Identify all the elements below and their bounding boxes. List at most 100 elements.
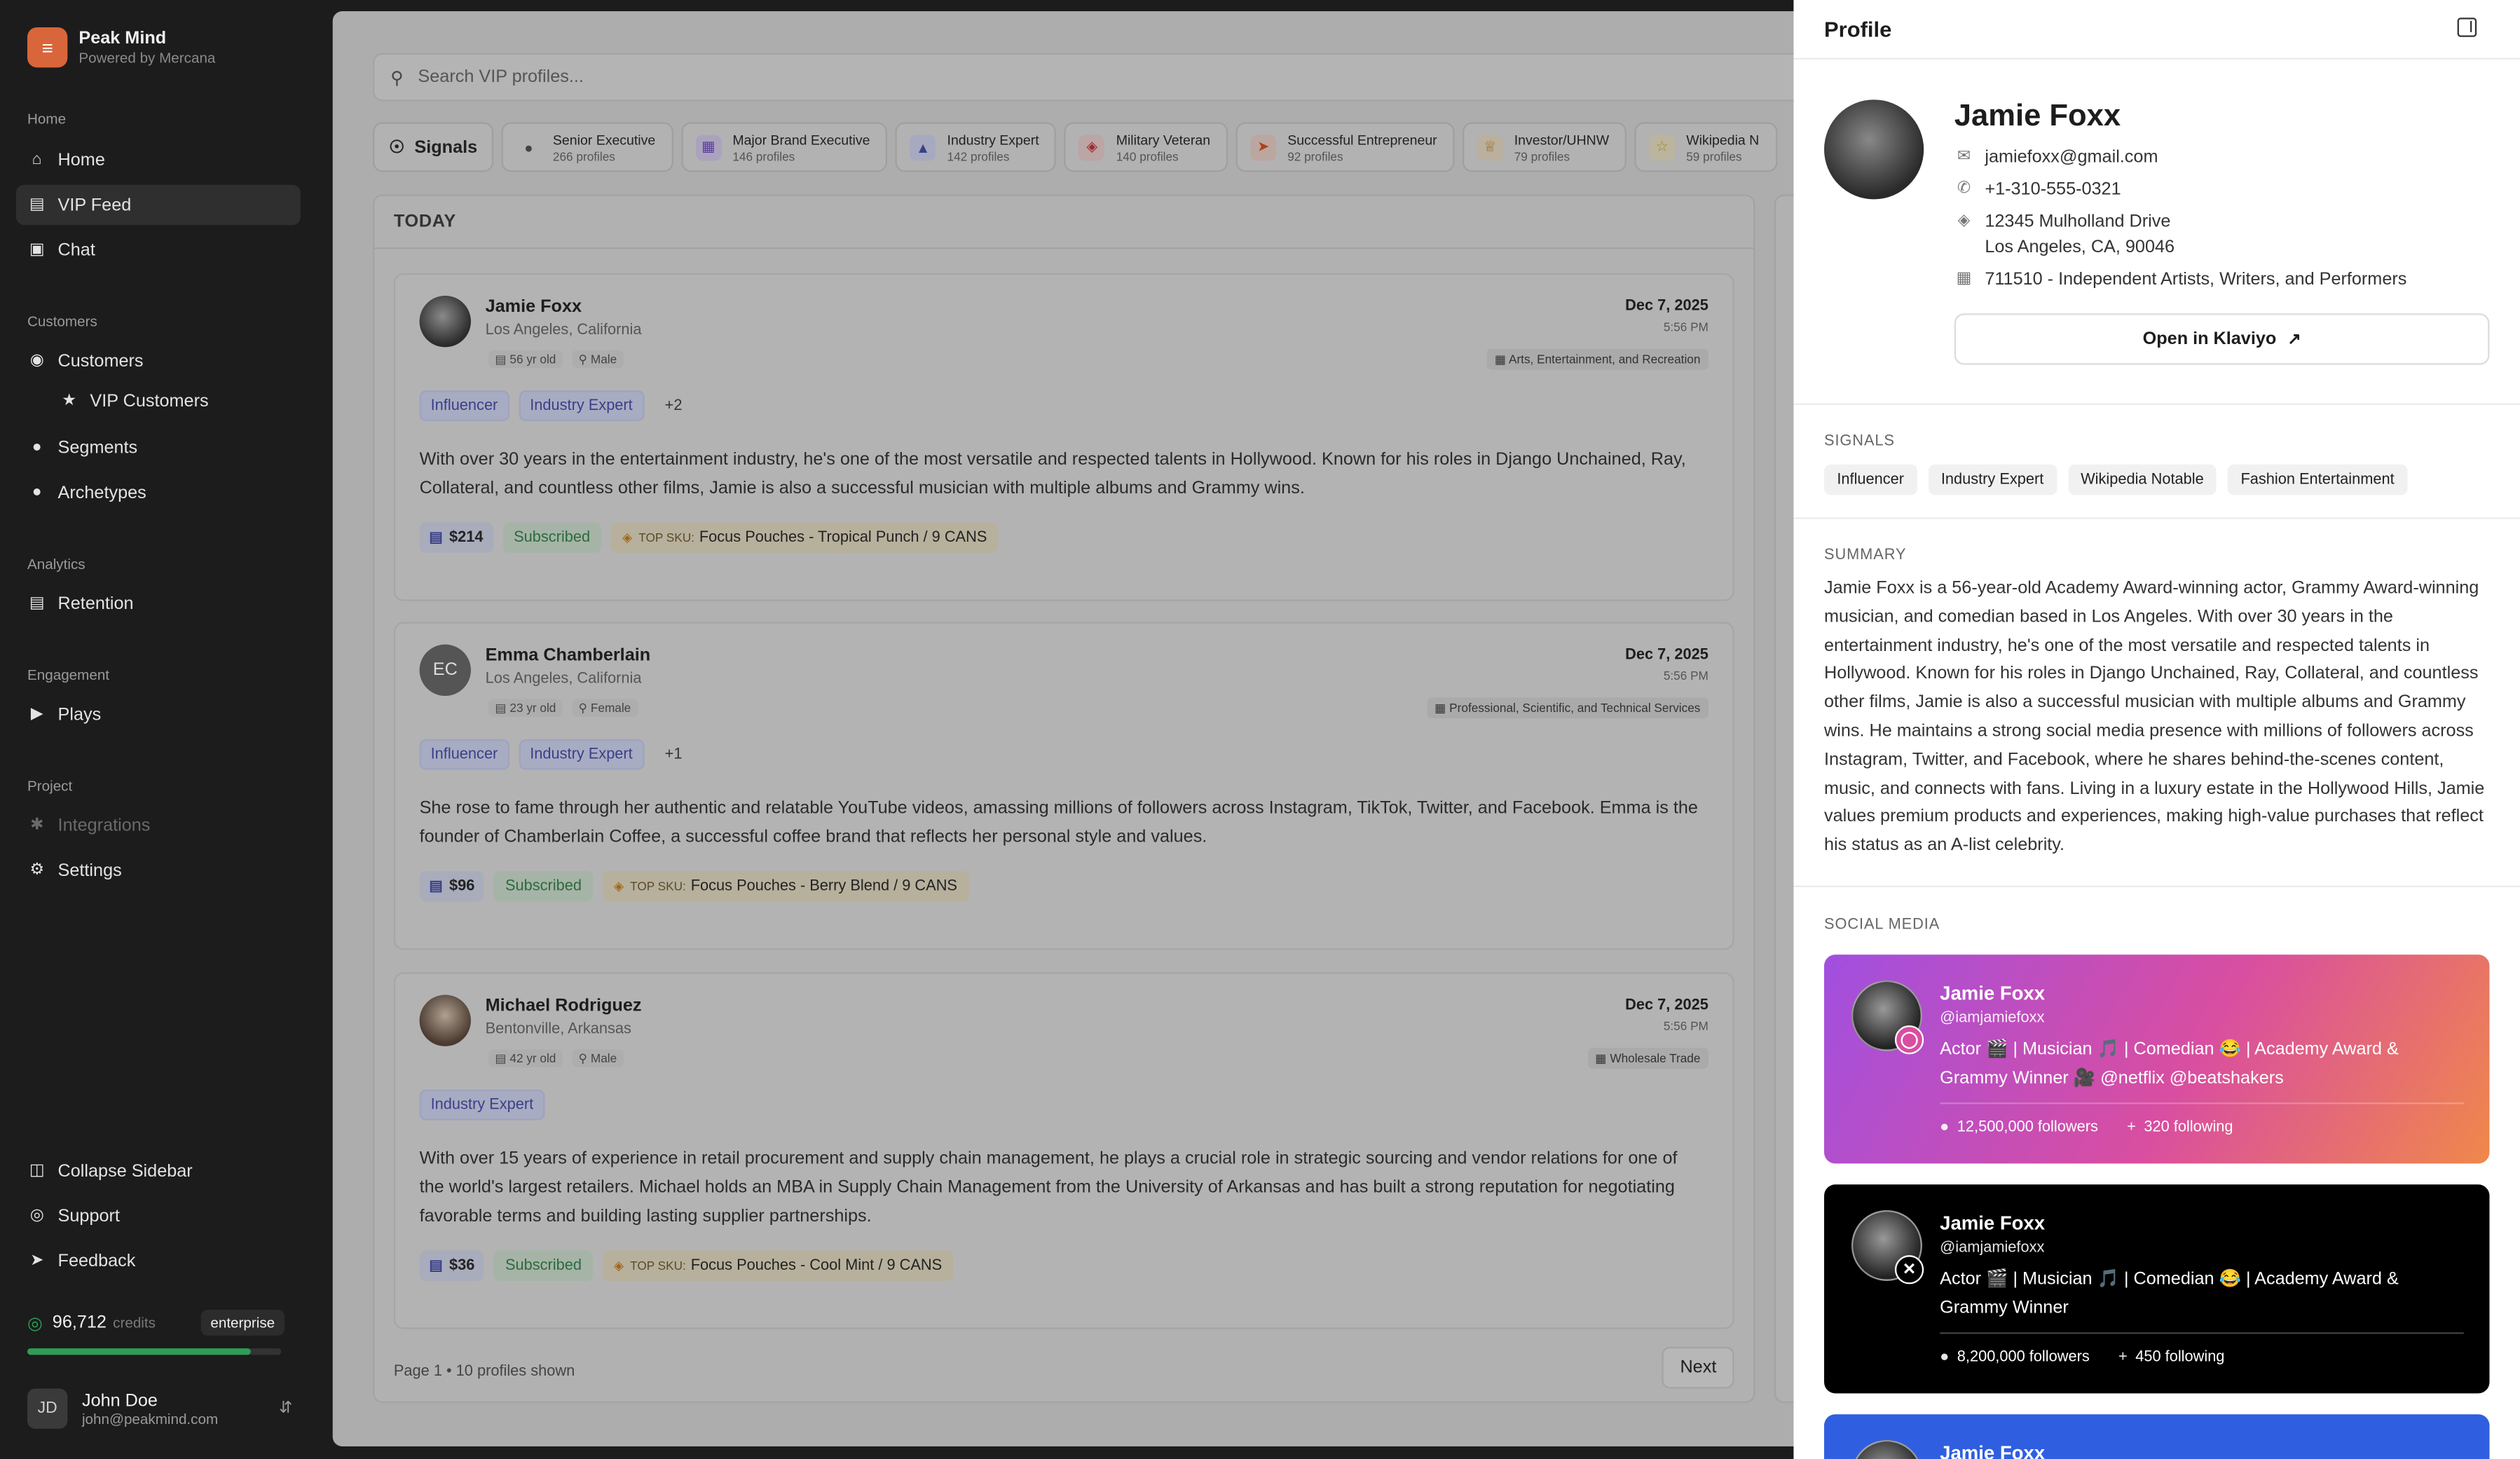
user-circle-icon: ◉ (29, 352, 44, 370)
sidebar-item-label: Plays (57, 704, 102, 725)
nav-section-customers: Customers (27, 313, 97, 330)
chip-military-veteran[interactable]: ◈ Military Veteran 140 profiles (1064, 122, 1228, 172)
feed-icon: ▤ (29, 196, 45, 214)
more-tags[interactable]: +2 (654, 390, 694, 421)
sidebar-item-segments[interactable]: ● Segments (16, 427, 301, 467)
signal-tag[interactable]: Influencer (419, 739, 509, 770)
feed-heading: TODAY (374, 196, 1754, 249)
signal-tag[interactable]: Industry Expert (419, 1089, 545, 1121)
spend-badge: ▤ $36 (419, 1250, 485, 1281)
signal-tag[interactable]: Industry Expert (1928, 464, 2057, 495)
klaviyo-label: Open in Klaviyo (2142, 329, 2277, 349)
sidebar-item-vip-feed[interactable]: ▤ VIP Feed (15, 184, 301, 226)
sidebar-item-customers[interactable]: ◉ Customers (16, 341, 301, 381)
followers-stat: ● 12,500,000 followers (1940, 1118, 2098, 1136)
signals-label: Signals (414, 137, 478, 157)
nav-section-engagement: Engagement (27, 666, 110, 683)
profile-card[interactable]: Jamie Foxx Los Angeles, California ▤ 56 … (393, 273, 1734, 601)
user-menu[interactable]: JD John Doe john@peakmind.com ⇵ (27, 1388, 293, 1429)
more-tags[interactable]: +1 (654, 739, 694, 770)
chip-successful-entrepreneur[interactable]: ➤ Successful Entrepreneur 92 profiles (1235, 122, 1455, 172)
profile-card[interactable]: EC Emma Chamberlain Los Angeles, Califor… (393, 622, 1734, 950)
sidebar-item-settings[interactable]: ⚙ Settings (16, 850, 301, 890)
close-panel-icon[interactable] (2457, 18, 2477, 37)
star-icon: ☆ (1649, 134, 1676, 160)
gender-text: Female (590, 700, 631, 715)
search-placeholder: Search VIP profiles... (418, 67, 584, 87)
card-description: With over 30 years in the entertainment … (419, 450, 1686, 498)
sidebar-item-retention[interactable]: ▤ Retention (16, 584, 301, 624)
panel-title: Profile (1824, 17, 1892, 41)
signal-tag[interactable]: Influencer (1824, 464, 1917, 495)
card-time: 5:56 PM (1663, 320, 1708, 335)
external-link-icon: ↗ (2287, 330, 2301, 348)
address-row: ◈ 12345 Mulholland Drive Los Angeles, CA, … (1954, 209, 2175, 260)
following-count: 320 following (2144, 1118, 2233, 1137)
sidebar-item-home[interactable]: ⌂ Home (16, 140, 301, 180)
nav-section-home: Home (27, 111, 67, 128)
sidebar-item-feedback[interactable]: ➤ Feedback (16, 1241, 301, 1281)
sidebar-item-label: Home (57, 150, 105, 170)
chip-major-brand-executive[interactable]: ▦ Major Brand Executive 146 profiles (680, 122, 888, 172)
sidebar-item-support[interactable]: ◎ Support (16, 1196, 301, 1235)
wallet-icon: ▤ (429, 1256, 443, 1273)
phone-row[interactable]: ✆ +1-310-555-0321 (1954, 177, 2121, 203)
signals-filter-button[interactable]: ☉ Signals (373, 122, 494, 172)
followers-count: 12,500,000 followers (1957, 1118, 2098, 1137)
facebook-card[interactable]: Jamie Foxx (1824, 1414, 2490, 1459)
plan-badge: enterprise (200, 1310, 285, 1336)
card-description: With over 15 years of experience in reta… (419, 1149, 1678, 1226)
collapse-sidebar-button[interactable]: ◫ Collapse Sidebar (16, 1151, 301, 1191)
signal-tag[interactable]: Fashion Entertainment (2228, 464, 2408, 495)
package-icon: ◈ (1957, 212, 1971, 230)
sidebar-item-label: Retention (57, 594, 134, 613)
chart-icon: ▤ (29, 594, 45, 612)
chevron-updown-icon: ⇵ (279, 1399, 293, 1418)
signals-icon: ☉ (389, 138, 405, 158)
divider (1940, 1102, 2464, 1104)
brand[interactable]: ≡ Peak Mind Powered by Mercana (27, 27, 215, 68)
email-row[interactable]: ✉ jamiefoxx@gmail.com (1954, 144, 2158, 170)
sidebar-item-vip-customers[interactable]: ★ VIP Customers (48, 381, 301, 421)
open-in-klaviyo-button[interactable]: Open in Klaviyo ↗ (1954, 313, 2490, 365)
sidebar-item-plays[interactable]: ▶ Plays (16, 694, 301, 734)
profile-card[interactable]: Michael Rodriguez Bentonville, Arkansas … (393, 972, 1734, 1329)
industry-row: ▦ 711510 - Independent Artists, Writers, … (1954, 267, 2407, 293)
sidebar-item-chat[interactable]: ▣ Chat (16, 230, 301, 270)
spend-value: $36 (449, 1256, 475, 1275)
chip-industry-expert[interactable]: ▲ Industry Expert 142 profiles (896, 122, 1057, 172)
chip-title: Successful Entrepreneur (1287, 130, 1437, 147)
nav-section-analytics: Analytics (27, 556, 85, 573)
brand-name: Peak Mind (78, 29, 167, 48)
signal-tag[interactable]: Industry Expert (519, 739, 644, 770)
send-icon: ➤ (30, 1252, 44, 1270)
spend-value: $214 (449, 528, 484, 547)
signals-heading: SIGNALS (1824, 432, 1895, 451)
card-date: Dec 7, 2025 (1625, 996, 1708, 1015)
chip-senior-executive[interactable]: ● Senior Executive 266 profiles (501, 122, 673, 172)
sidebar-item-integrations[interactable]: ✱ Integrations (16, 805, 301, 845)
avatar: EC (419, 644, 471, 697)
sku-value: Focus Pouches - Berry Blend / 9 CANS (690, 877, 957, 896)
avatar: JD (27, 1388, 68, 1429)
phone-icon: ✆ (1957, 179, 1971, 198)
signal-tag[interactable]: Industry Expert (519, 390, 644, 421)
signal-tag[interactable]: Wikipedia Notable (2067, 464, 2217, 495)
credits-progress-fill (27, 1348, 251, 1355)
x-card[interactable]: ✕ Jamie Foxx @iamjamiefoxx Actor 🎬 | Mus… (1824, 1184, 2490, 1394)
chip-investor-uhnw[interactable]: ♕ Investor/UHNW 79 profiles (1463, 122, 1627, 172)
wallet-icon: ▤ (429, 877, 443, 894)
star-icon: ★ (62, 392, 76, 410)
sku-value: Focus Pouches - Cool Mint / 9 CANS (690, 1256, 943, 1275)
sidebar-item-archetypes[interactable]: ● Archetypes (16, 472, 301, 512)
signal-tag[interactable]: Influencer (419, 390, 509, 421)
search-icon: ⚲ (390, 68, 404, 88)
chip-count: 142 profiles (947, 149, 1010, 163)
chip-title: Senior Executive (552, 130, 656, 147)
top-sku-badge: ◈ TOP SKU: Focus Pouches - Cool Mint / 9 C… (602, 1250, 954, 1281)
box-icon: ◈ (613, 1258, 624, 1273)
instagram-card[interactable]: ◯ Jamie Foxx @iamjamiefoxx Actor 🎬 | Mus… (1824, 954, 2490, 1164)
next-page-button[interactable]: Next (1662, 1346, 1734, 1389)
card-date: Dec 7, 2025 (1625, 645, 1708, 664)
chip-wikipedia-notable[interactable]: ☆ Wikipedia N 59 profiles (1634, 122, 1777, 172)
